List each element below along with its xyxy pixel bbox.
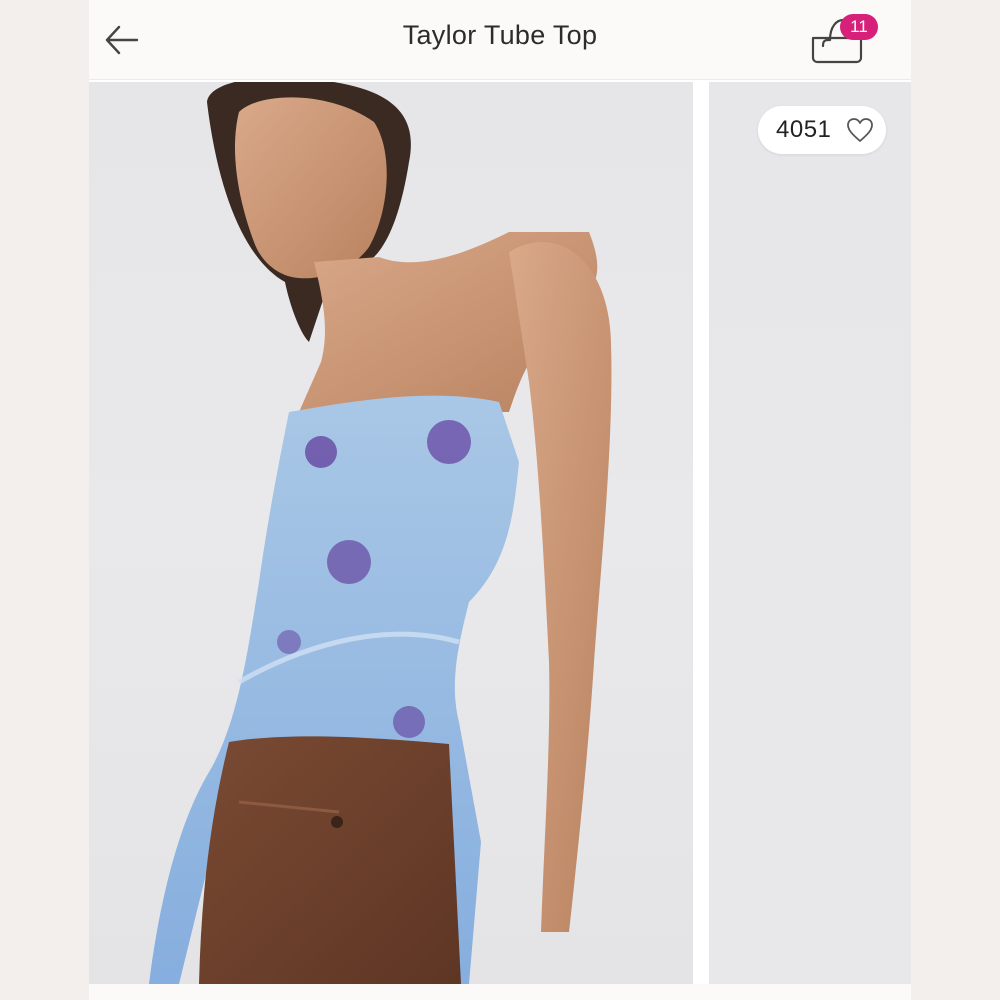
- like-count: 4051: [776, 116, 832, 143]
- product-image-next[interactable]: [709, 82, 911, 984]
- page-title: Taylor Tube Top: [402, 20, 598, 50]
- product-photo: [149, 82, 612, 984]
- top-nav-bar: Taylor Tube Top 11: [89, 0, 911, 80]
- cart-count-badge: 11: [840, 14, 878, 40]
- gallery-gutter: [693, 82, 709, 984]
- frame-right: [911, 0, 1000, 1000]
- bottom-strip: [89, 984, 911, 1000]
- frame-left: [0, 0, 89, 1000]
- heart-outline-icon: [847, 118, 873, 142]
- like-button[interactable]: 4051: [758, 106, 886, 154]
- product-screen: Taylor Tube Top 11 4051: [89, 0, 911, 1000]
- product-image-main[interactable]: [89, 82, 693, 984]
